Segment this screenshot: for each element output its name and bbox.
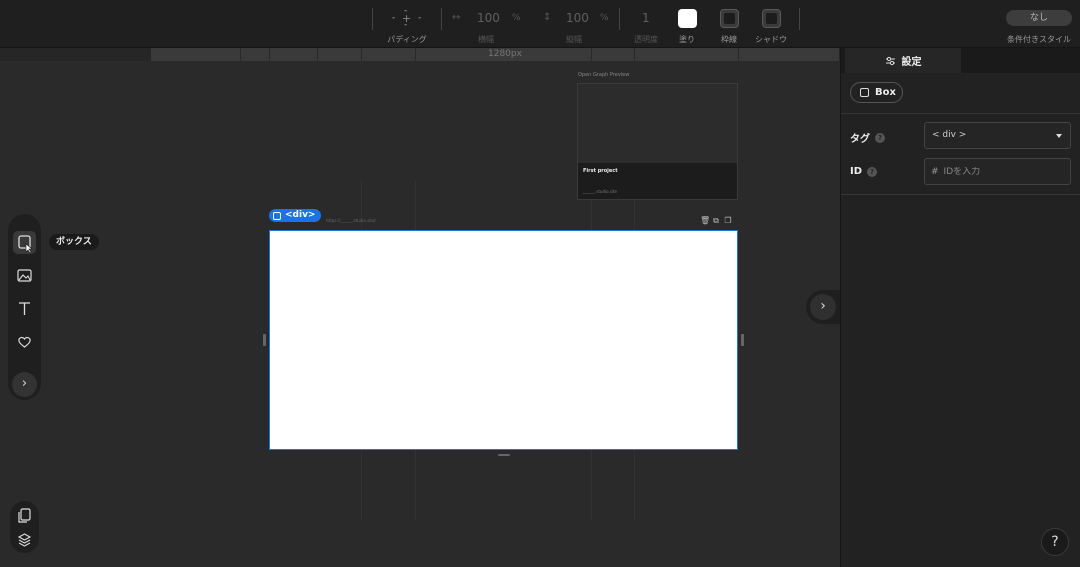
element-type-label: Box [875, 87, 896, 98]
caret-down-icon [1056, 134, 1062, 138]
height-unit[interactable]: % [600, 13, 609, 23]
tag-select-value: < div > [932, 130, 967, 140]
og-preview-card: First project ______.studio.site [577, 83, 738, 200]
id-input[interactable] [943, 166, 1064, 177]
tag-field-label: タグ ? [850, 130, 885, 145]
expand-panel-toggle[interactable]: › [806, 290, 840, 324]
canvas-ruler: 1280px [0, 48, 840, 61]
padding-bottom: - [404, 20, 408, 30]
layers-icon [17, 533, 32, 547]
toolbar-separator [619, 8, 620, 30]
toolbar-separator [799, 8, 800, 30]
height-value[interactable]: 100 [566, 11, 589, 25]
chevron-right-icon: › [810, 294, 836, 320]
padding-label: パディング [387, 35, 427, 44]
ruler-tick [317, 48, 318, 61]
width-unit[interactable]: % [512, 13, 521, 23]
tab-settings-label: 設定 [901, 57, 922, 68]
fill-swatch[interactable] [678, 9, 697, 28]
panel-divider [841, 113, 1080, 114]
pages-layers-rail [10, 501, 39, 553]
width-arrows-icon: ↔ [452, 12, 461, 23]
sliders-icon [885, 56, 895, 65]
ruler-tick [738, 48, 739, 61]
id-field-label: ID ? [850, 166, 878, 177]
ruler-tick [269, 48, 270, 61]
box-icon [18, 235, 33, 254]
border-label: 枠線 [721, 35, 737, 44]
top-toolbar: - - + - - パディング ↔ 100 % 横幅 ↕ 100 % 縦幅 1 … [0, 0, 1080, 48]
opacity-value[interactable]: 1 [642, 11, 650, 25]
pages-icon [18, 508, 31, 523]
toolbar-separator [441, 8, 442, 30]
width-value[interactable]: 100 [477, 11, 500, 25]
ruler-tick [240, 48, 241, 61]
settings-panel: 設定 Box タグ ? < div > ID ? # ? [840, 48, 1080, 567]
image-tool-button[interactable] [13, 264, 36, 287]
resize-handle-bottom[interactable] [498, 454, 510, 456]
og-url: ______.studio.site [583, 189, 617, 194]
opacity-label: 透明度 [634, 35, 658, 44]
duplicate-icon[interactable]: ⧉ [712, 216, 720, 225]
padding-left: - [392, 13, 396, 23]
trash-icon[interactable]: 🗑 [700, 216, 710, 225]
og-preview-title: Open Graph Preview [578, 72, 630, 78]
tag-label-text: タグ [850, 134, 870, 145]
more-tools-button[interactable]: › [12, 372, 37, 397]
ruler-tick [361, 48, 362, 61]
ruler-tick [634, 48, 635, 61]
pages-button[interactable] [13, 504, 36, 527]
panel-divider [841, 194, 1080, 195]
tab-settings[interactable]: 設定 [845, 48, 961, 73]
id-field[interactable]: # [924, 158, 1071, 185]
box-tool-button[interactable] [13, 231, 36, 254]
layers-button[interactable] [13, 528, 36, 551]
height-label: 縦幅 [566, 35, 582, 44]
page-url-breadcrumb: https://______.studio.site/ [326, 218, 376, 223]
text-icon [19, 302, 30, 315]
border-swatch[interactable] [720, 9, 739, 28]
shadow-swatch[interactable] [762, 9, 781, 28]
add-element-rail: › [8, 214, 41, 400]
help-question-icon[interactable]: ? [875, 132, 885, 143]
help-question-icon[interactable]: ? [867, 166, 878, 177]
id-label-text: ID [850, 166, 863, 177]
image-icon [17, 269, 32, 282]
hash-prefix: # [931, 166, 939, 177]
og-preview-footer: First project ______.studio.site [578, 163, 737, 199]
conditional-style-button[interactable]: なし [1006, 10, 1072, 26]
padding-right: - [418, 13, 422, 23]
box-tooltip: ボックス [49, 234, 99, 250]
fill-label: 塗り [679, 35, 695, 44]
ruler-tick [415, 48, 416, 61]
height-arrows-icon: ↕ [543, 12, 552, 23]
favorite-tool-button[interactable] [13, 330, 36, 353]
ruler-tick [591, 48, 592, 61]
conditional-style-label: 条件付きスタイル [1007, 35, 1071, 44]
copy-icon[interactable]: ❐ [724, 216, 732, 225]
panel-tabs: 設定 [841, 48, 1080, 73]
element-mini-toolbar: 🗑 ⧉ ❐ [700, 216, 732, 225]
element-type-pill[interactable]: Box [850, 82, 903, 103]
width-label: 横幅 [478, 35, 494, 44]
shadow-label: シャドウ [755, 35, 787, 44]
selected-tag-label: <div> [285, 210, 316, 220]
heart-icon [18, 336, 31, 348]
tag-select[interactable]: < div > [924, 122, 1071, 149]
padding-control[interactable]: - - + - - [390, 6, 424, 30]
ruler-width-label: 1280px [488, 49, 522, 59]
og-project-name: First project [583, 168, 618, 174]
resize-handle-right[interactable] [741, 334, 744, 346]
help-button[interactable]: ? [1041, 528, 1069, 556]
selected-element-tag[interactable]: <div> [269, 209, 322, 222]
chevron-right-icon: › [21, 376, 28, 391]
resize-handle-left[interactable] [263, 334, 266, 346]
text-tool-button[interactable] [13, 297, 36, 320]
box-icon [860, 88, 869, 97]
box-icon [273, 211, 281, 220]
toolbar-separator [372, 8, 373, 30]
selected-box-frame[interactable] [269, 230, 738, 450]
